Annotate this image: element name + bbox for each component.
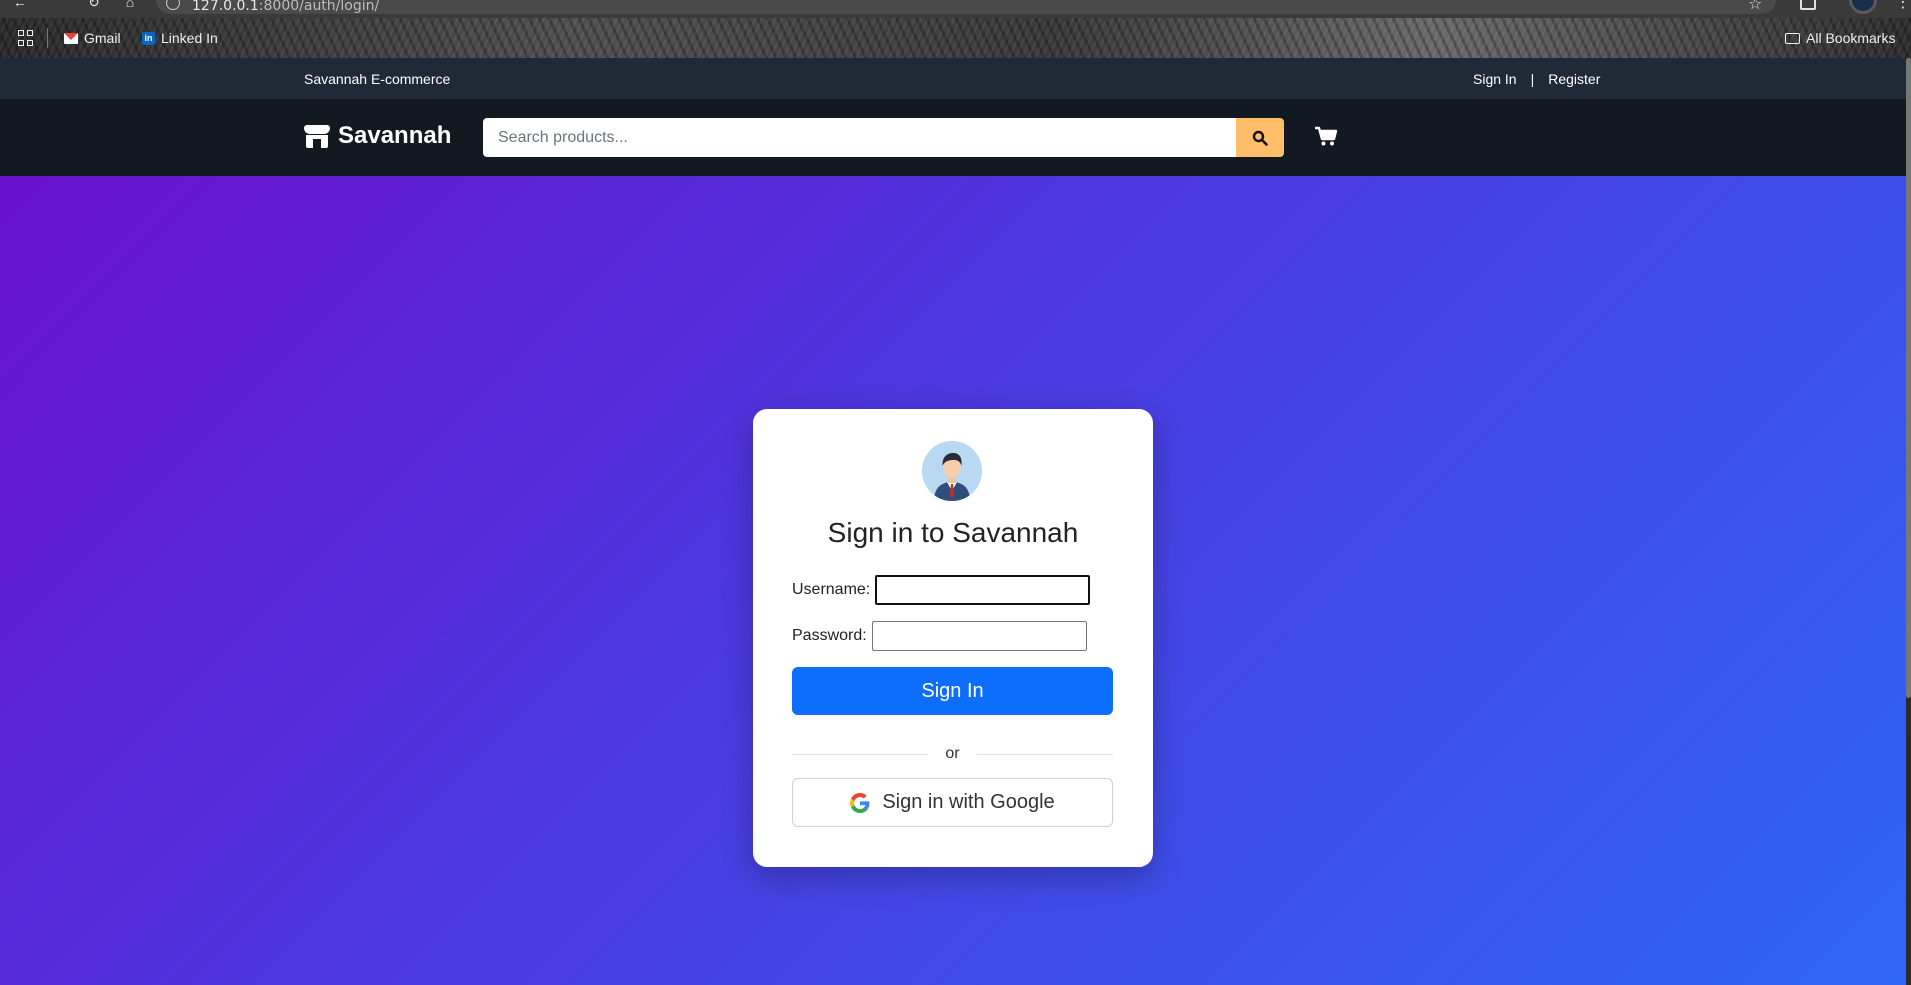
- site-logo-text: Savannah: [338, 122, 452, 149]
- password-input[interactable]: [871, 621, 1087, 651]
- address-bar[interactable]: 127.0.0.1:8000/auth/login/: [156, 0, 1776, 14]
- browser-menu-icon[interactable]: ⋮: [1895, 0, 1911, 12]
- reload-icon[interactable]: ↻: [86, 0, 102, 10]
- sign-in-link[interactable]: Sign In: [1473, 71, 1517, 87]
- login-title: Sign in to Savannah: [827, 517, 1079, 548]
- top-bar-brand: Savannah E-commerce: [304, 71, 451, 87]
- back-icon[interactable]: ←: [12, 0, 28, 10]
- site-info-icon[interactable]: [166, 0, 180, 10]
- search-input[interactable]: [483, 118, 1236, 157]
- bookmark-gmail[interactable]: Gmail: [64, 29, 121, 47]
- address-bar-url[interactable]: 127.0.0.1:8000/auth/login/: [192, 0, 379, 14]
- main-navbar: Savannah: [0, 99, 1906, 176]
- linkedin-icon: in: [142, 31, 155, 45]
- gmail-icon: [64, 32, 78, 44]
- google-sign-in-button[interactable]: Sign in with Google: [792, 778, 1113, 827]
- username-row: Username:: [792, 575, 1091, 605]
- auth-links-separator: |: [1530, 71, 1535, 87]
- top-bar: Savannah E-commerce Sign In | Register: [0, 58, 1906, 99]
- bookmark-gmail-label: Gmail: [84, 30, 121, 46]
- apps-grid-icon[interactable]: [18, 30, 34, 46]
- page-viewport: Savannah E-commerce Sign In | Register S…: [0, 58, 1906, 985]
- bookmarks-separator: [47, 28, 48, 48]
- extensions-icon[interactable]: [1800, 0, 1816, 10]
- cart-icon[interactable]: [1314, 125, 1338, 147]
- or-divider: or: [792, 744, 1113, 764]
- username-label: Username:: [792, 581, 871, 598]
- user-avatar: [922, 441, 982, 501]
- search-button[interactable]: [1236, 118, 1284, 157]
- bookmarks-bar: Gmail in Linked In All Bookmarks: [0, 18, 1911, 58]
- home-icon[interactable]: ⌂: [122, 0, 138, 10]
- all-bookmarks[interactable]: All Bookmarks: [1785, 29, 1895, 47]
- site-logo[interactable]: Savannah: [304, 122, 451, 150]
- register-link[interactable]: Register: [1548, 71, 1600, 87]
- page-scrollbar[interactable]: [1906, 58, 1911, 985]
- login-hero: Sign in to Savannah Username: Password: …: [0, 176, 1906, 985]
- password-row: Password:: [792, 621, 1087, 651]
- store-icon: [304, 124, 330, 148]
- google-icon: [850, 792, 870, 813]
- folder-icon: [1785, 32, 1800, 44]
- bookmark-linkedin[interactable]: in Linked In: [142, 29, 218, 47]
- browser-toolbar: ← ↻ ⌂ 127.0.0.1:8000/auth/login/ ☆ ⋮: [0, 0, 1911, 18]
- sign-in-button[interactable]: Sign In: [792, 667, 1113, 715]
- all-bookmarks-label: All Bookmarks: [1806, 30, 1896, 46]
- profile-avatar-icon[interactable]: [1849, 0, 1877, 14]
- search-icon: [1252, 130, 1268, 146]
- scrollbar-thumb[interactable]: [1906, 58, 1911, 698]
- login-card: Sign in to Savannah Username: Password: …: [753, 409, 1153, 867]
- username-input[interactable]: [875, 575, 1091, 605]
- businessman-icon: [922, 441, 982, 501]
- google-sign-in-label: Sign in with Google: [882, 791, 1055, 813]
- bookmark-linkedin-label: Linked In: [161, 30, 218, 46]
- password-label: Password:: [792, 627, 867, 644]
- auth-links: Sign In | Register: [1473, 71, 1600, 87]
- bookmark-star-icon[interactable]: ☆: [1748, 0, 1762, 14]
